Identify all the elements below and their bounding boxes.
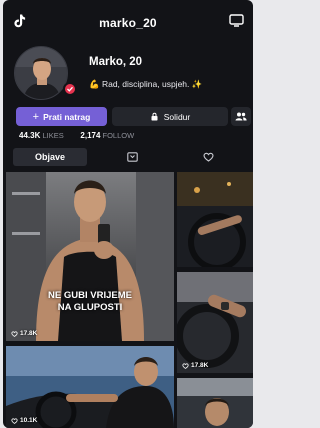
post-photo-convertible	[6, 346, 174, 428]
follow-back-label: Prati natrag	[43, 111, 91, 122]
post-photo-steering-wheel	[177, 272, 253, 373]
likes-count: 44.3K	[19, 131, 41, 140]
lock-icon	[151, 112, 158, 121]
post-like-count: 17.8K	[182, 362, 208, 369]
likes-label: LIKES	[42, 131, 64, 140]
flexed-biceps-emoji: 💪	[89, 79, 100, 89]
repost-icon	[126, 152, 138, 162]
solidur-label: Solidur	[163, 111, 191, 122]
post-thumbnail[interactable]: 17.8K	[177, 272, 253, 373]
follow-count: 2,174	[80, 131, 101, 140]
post-caption-overlay: NE GUBI VRIJEME NA GLUPOSTI	[6, 290, 174, 314]
profile-stats: 44.3K LIKES 2,174 FOLLOW	[19, 131, 134, 140]
post-thumbnail[interactable]	[177, 172, 253, 267]
bio: 💪 Rad, disciplina, uspjeh. ✨	[89, 79, 202, 90]
tab-reposts[interactable]	[95, 148, 169, 166]
tab-posts-label: Objave	[34, 152, 65, 162]
posts-grid: NE GUBI VRIJEME NA GLUPOSTI 17.8K 17.8K …	[3, 172, 253, 428]
avatar-photo	[15, 47, 67, 99]
suggested-accounts-button[interactable]	[231, 107, 251, 126]
avatar[interactable]	[14, 46, 68, 100]
post-like-count: 10.1K	[11, 417, 37, 424]
heart-icon	[11, 417, 18, 424]
post-photo-driver	[177, 378, 253, 428]
display-name: Marko, 20	[89, 56, 143, 68]
sparkles-emoji: ✨	[191, 79, 203, 89]
solidur-button[interactable]: Solidur	[112, 107, 228, 126]
heart-icon	[11, 330, 18, 337]
post-photo-car-interior	[177, 172, 253, 267]
post-thumbnail[interactable]: 10.1K	[6, 346, 174, 428]
tab-posts[interactable]: Objave	[13, 148, 87, 166]
caption-line-1: NE GUBI VRIJEME	[48, 290, 132, 301]
heart-icon	[182, 362, 189, 369]
verified-badge-icon	[63, 82, 77, 96]
follow-label: FOLLOW	[102, 131, 135, 140]
plus-icon: +	[32, 110, 40, 123]
post-photo-gym-selfie	[6, 172, 174, 341]
add-friends-icon	[235, 112, 247, 121]
heart-outline-icon	[203, 152, 213, 162]
post-thumbnail[interactable]	[177, 378, 253, 428]
bio-text: Rad, disciplina, uspjeh.	[101, 79, 190, 89]
caption-line-2: NA GLUPOSTI	[57, 302, 123, 313]
post-thumbnail[interactable]: NE GUBI VRIJEME NA GLUPOSTI 17.8K	[6, 172, 174, 341]
top-bar: marko_20	[3, 0, 253, 40]
follow-back-button[interactable]: + Prati natrag	[16, 107, 107, 126]
profile-tabs: Objave	[3, 148, 253, 166]
profile-username: marko_20	[99, 16, 157, 30]
tab-liked[interactable]	[171, 148, 245, 166]
tv-icon[interactable]	[229, 14, 244, 27]
profile-screen: marko_20 Marko, 20 💪 Rad, disciplina, us…	[3, 0, 253, 428]
avatar-container[interactable]	[14, 46, 78, 100]
post-like-count: 17.8K	[11, 330, 37, 337]
